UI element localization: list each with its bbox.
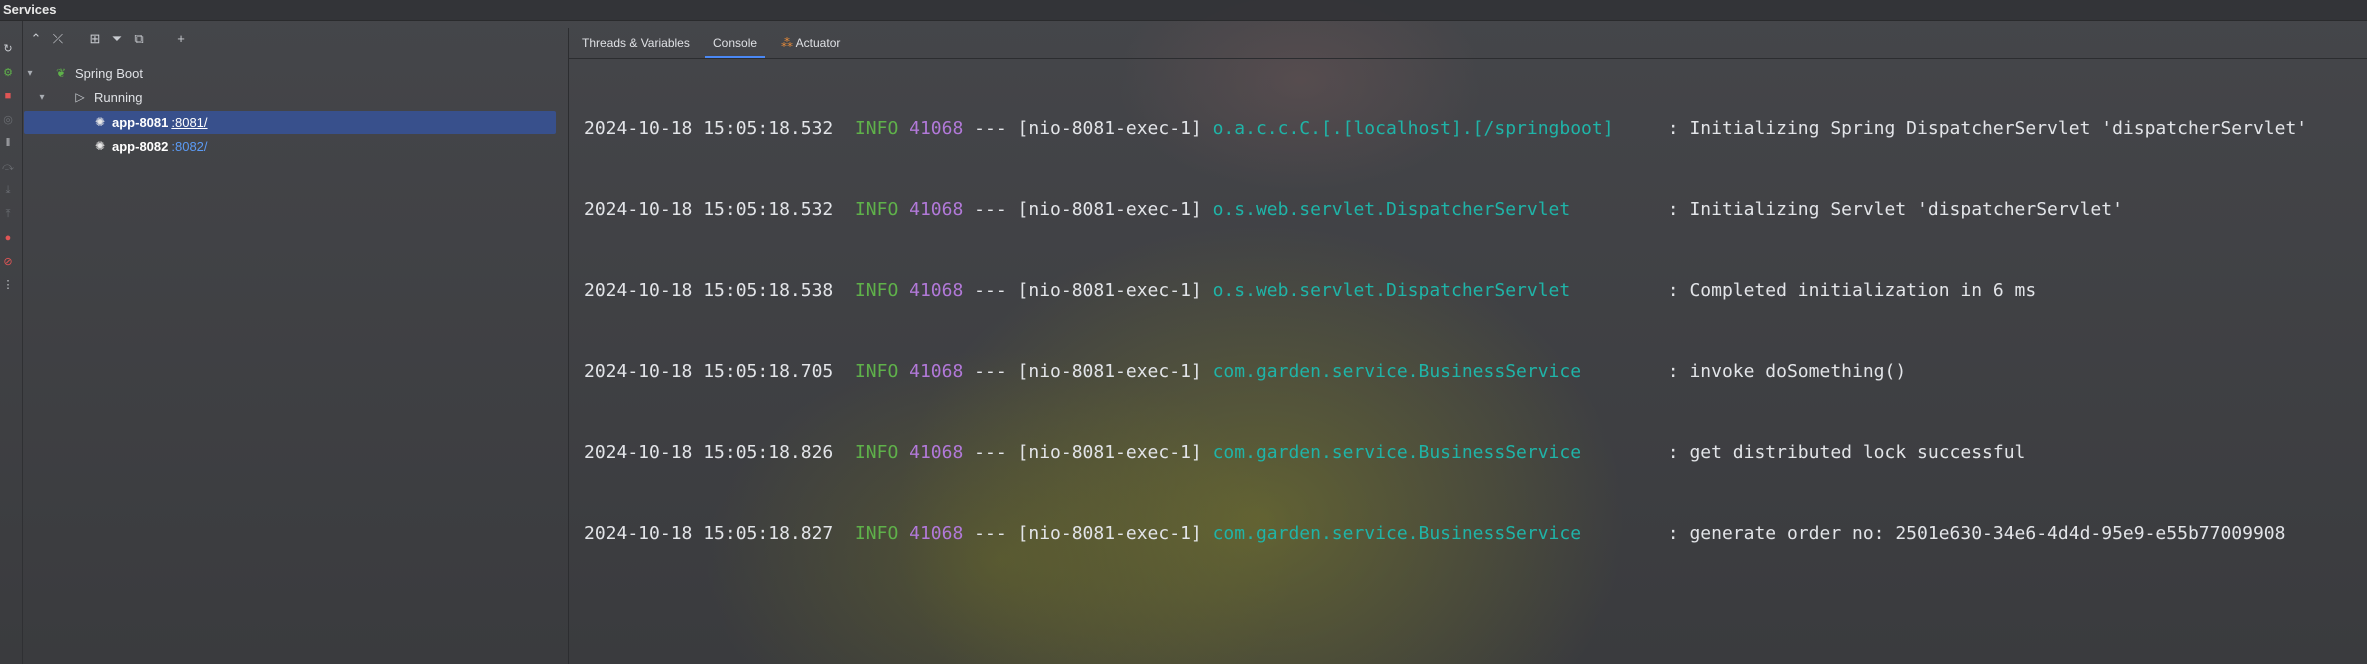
log-timestamp: 2024-10-18 15:05:18.826 — [584, 442, 834, 463]
window-title: Services — [0, 0, 2367, 20]
step-out-icon[interactable]: ⤒ — [1, 207, 15, 221]
log-line: 2024-10-18 15:05:18.826 INFO 41068 --- [… — [584, 439, 2307, 466]
mute-breakpoints-icon[interactable]: ⊘ — [1, 255, 15, 269]
log-pid: 41068 — [909, 442, 964, 463]
log-line: 2024-10-18 15:05:18.538 INFO 41068 --- [… — [584, 277, 2307, 304]
log-timestamp: 2024-10-18 15:05:18.532 — [584, 118, 834, 139]
log-logger[interactable]: o.s.web.servlet.DispatcherServlet — [1213, 280, 1657, 301]
title-divider — [0, 20, 2367, 21]
port-link[interactable]: :8082/ — [171, 139, 207, 154]
log-logger[interactable]: com.garden.service.BusinessService — [1213, 442, 1657, 463]
log-message: : Completed initialization in 6 ms — [1667, 280, 2037, 301]
log-message: : invoke doSomething() — [1667, 361, 1907, 382]
log-separator: --- — [974, 199, 1007, 220]
chevron-down-icon[interactable]: ▾ — [36, 86, 48, 109]
rerun-icon[interactable]: ↻ — [1, 42, 15, 56]
tree-node-app-8081[interactable]: ✺ app-8081:8081/ — [24, 111, 556, 134]
log-timestamp: 2024-10-18 15:05:18.705 — [584, 361, 834, 382]
log-pid: 41068 — [909, 280, 964, 301]
log-separator: --- — [974, 523, 1007, 544]
pause-icon[interactable]: ‖ — [1, 136, 15, 150]
log-logger[interactable]: o.a.c.c.C.[.[localhost].[/springboot] — [1213, 118, 1657, 139]
panel-splitter[interactable] — [568, 28, 569, 664]
log-logger[interactable]: com.garden.service.BusinessService — [1213, 523, 1657, 544]
stop-icon[interactable]: ■ — [1, 89, 15, 103]
tree-node-label: Spring Boot — [75, 66, 143, 81]
log-separator: --- — [974, 118, 1007, 139]
step-over-icon[interactable]: ⤼ — [1, 160, 15, 174]
tree-node-running[interactable]: ▾ ▷ Running — [24, 86, 556, 109]
log-line: 2024-10-18 15:05:18.705 INFO 41068 --- [… — [584, 358, 2307, 385]
expand-collapse-icon[interactable]: ⌃ — [27, 30, 45, 48]
log-level: INFO — [844, 361, 899, 382]
log-level: INFO — [844, 199, 899, 220]
view-breakpoints-icon[interactable]: ● — [1, 231, 15, 245]
log-message: : get distributed lock successful — [1667, 442, 2026, 463]
log-thread: [nio-8081-exec-1] — [1017, 523, 1202, 544]
collapse-all-icon[interactable]: ⤫ — [49, 30, 67, 48]
services-tree: ▾ ❦ Spring Boot ▾ ▷ Running ✺ app-8081:8… — [24, 58, 564, 658]
open-new-tab-icon[interactable]: ⧉ — [130, 30, 148, 48]
tab-threads-variables[interactable]: Threads & Variables — [574, 28, 698, 58]
log-message: : Initializing Spring DispatcherServlet … — [1667, 118, 2308, 139]
log-level: INFO — [844, 280, 899, 301]
actuator-icon: ⁂ — [781, 36, 793, 50]
left-action-strip: ↻ ⚙ ■ ◎ ‖ ⤼ ⤓ ⤒ ● ⊘ ⋮ — [0, 21, 23, 664]
log-pid: 41068 — [909, 118, 964, 139]
debug-icon[interactable]: ⚙ — [1, 66, 15, 80]
services-toolbar: ⌃ ⤫ ⊞ ⏷ ⧉ + — [24, 30, 564, 54]
log-thread: [nio-8081-exec-1] — [1017, 361, 1202, 382]
log-separator: --- — [974, 442, 1007, 463]
console-output[interactable]: 2024-10-18 15:05:18.532 INFO 41068 --- [… — [584, 61, 2307, 574]
more-icon[interactable]: ⋮ — [1, 278, 15, 292]
tree-node-spring-boot[interactable]: ▾ ❦ Spring Boot — [24, 62, 556, 85]
spring-boot-icon: ❦ — [55, 66, 67, 80]
log-timestamp: 2024-10-18 15:05:18.538 — [584, 280, 834, 301]
log-logger[interactable]: o.s.web.servlet.DispatcherServlet — [1213, 199, 1657, 220]
log-line: 2024-10-18 15:05:18.532 INFO 41068 --- [… — [584, 196, 2307, 223]
app-name: app-8082 — [112, 139, 169, 154]
add-service-icon[interactable]: + — [172, 30, 190, 48]
log-message: : Initializing Servlet 'dispatcherServle… — [1667, 199, 2123, 220]
tree-node-label: Running — [94, 90, 143, 105]
debug-bug-icon: ✺ — [94, 115, 106, 129]
run-tabs: Threads & Variables Console ⁂ Actuator — [569, 28, 2367, 59]
log-pid: 41068 — [909, 361, 964, 382]
log-level: INFO — [844, 442, 899, 463]
log-timestamp: 2024-10-18 15:05:18.532 — [584, 199, 834, 220]
log-thread: [nio-8081-exec-1] — [1017, 280, 1202, 301]
log-logger[interactable]: com.garden.service.BusinessService — [1213, 361, 1657, 382]
filter-icon[interactable]: ⏷ — [108, 30, 126, 48]
log-timestamp: 2024-10-18 15:05:18.827 — [584, 523, 834, 544]
tab-actuator[interactable]: ⁂ Actuator — [773, 28, 848, 58]
group-by-icon[interactable]: ⊞ — [86, 30, 104, 48]
log-thread: [nio-8081-exec-1] — [1017, 199, 1202, 220]
debug-bug-icon: ✺ — [94, 139, 106, 153]
log-pid: 41068 — [909, 523, 964, 544]
log-line: 2024-10-18 15:05:18.532 INFO 41068 --- [… — [584, 115, 2307, 142]
log-line: 2024-10-18 15:05:18.827 INFO 41068 --- [… — [584, 520, 2307, 547]
resume-icon[interactable]: ◎ — [1, 113, 15, 127]
log-separator: --- — [974, 280, 1007, 301]
log-thread: [nio-8081-exec-1] — [1017, 442, 1202, 463]
log-level: INFO — [844, 523, 899, 544]
port-link[interactable]: :8081/ — [171, 115, 207, 130]
tab-label: Actuator — [795, 36, 841, 50]
app-name: app-8081 — [112, 115, 169, 130]
run-icon: ▷ — [75, 90, 85, 104]
step-into-icon[interactable]: ⤓ — [1, 183, 15, 197]
log-pid: 41068 — [909, 199, 964, 220]
log-separator: --- — [974, 361, 1007, 382]
log-level: INFO — [844, 118, 899, 139]
tab-console[interactable]: Console — [705, 28, 766, 58]
log-thread: [nio-8081-exec-1] — [1017, 118, 1202, 139]
tree-node-app-8082[interactable]: ✺ app-8082:8082/ — [24, 135, 556, 158]
chevron-down-icon[interactable]: ▾ — [24, 62, 36, 85]
log-message: : generate order no: 2501e630-34e6-4d4d-… — [1667, 523, 2286, 544]
